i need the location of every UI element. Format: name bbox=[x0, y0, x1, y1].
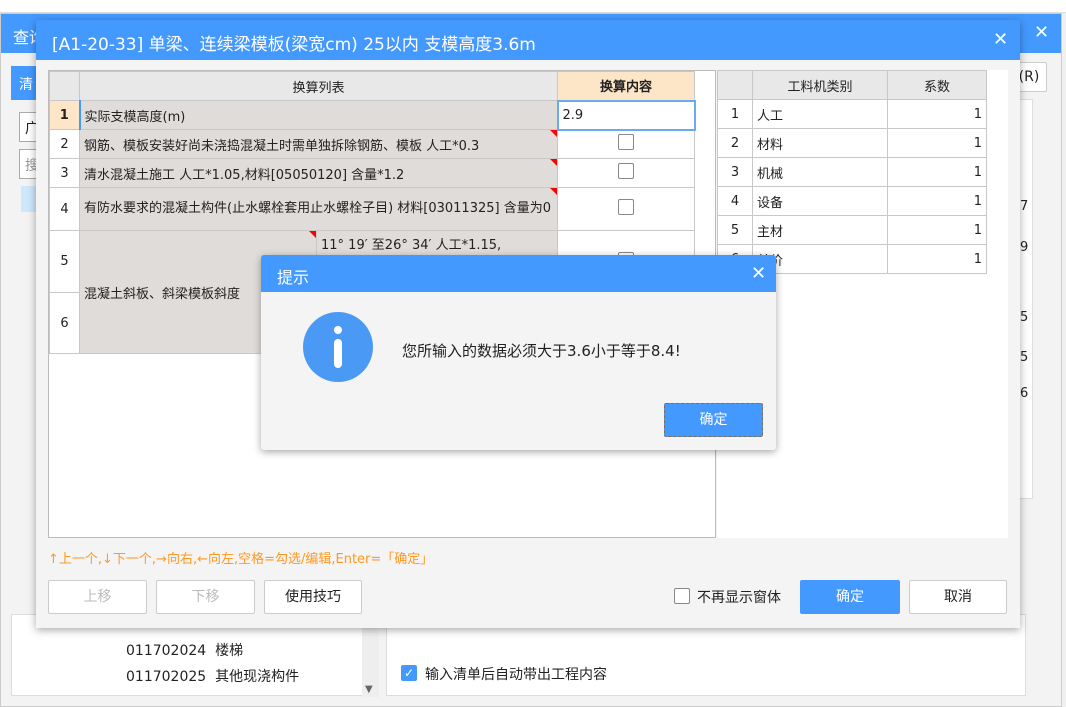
height-input[interactable]: 2.9 bbox=[556, 99, 696, 131]
move-up-button[interactable]: 上移 bbox=[48, 580, 147, 614]
cancel-button[interactable]: 取消 bbox=[909, 580, 1007, 614]
dialog-titlebar: [A1-20-33] 单梁、连续梁模板(梁宽cm) 25以内 支模高度3.6m bbox=[36, 20, 1020, 60]
table-row[interactable]: 2 材料 1 bbox=[717, 128, 987, 158]
table-row[interactable]: 1 实际支模高度(m) 2.9 bbox=[49, 99, 696, 131]
info-icon bbox=[303, 312, 373, 382]
column-header-category: 工料机类别 bbox=[752, 70, 888, 100]
prompt-message: 您所输入的数据必须大于3.6小于等于8.4! bbox=[402, 342, 681, 360]
table-row[interactable]: 3 清水混凝土施工 人工*1.05,材料[05050120] 含量*1.2 bbox=[49, 158, 696, 188]
column-header-list: 换算列表 bbox=[78, 71, 559, 101]
auto-fill-label: 输入清单后自动带出工程内容 bbox=[425, 667, 607, 683]
checkbox[interactable] bbox=[618, 134, 635, 151]
prompt-title: 提示 bbox=[277, 268, 310, 287]
auto-fill-checkbox[interactable]: ✓ bbox=[401, 665, 417, 681]
prompt-dialog: 提示 ✕ 您所输入的数据必须大于3.6小于等于8.4! 确定 bbox=[261, 255, 776, 450]
move-down-button[interactable]: 下移 bbox=[156, 580, 255, 614]
table-row[interactable]: 1 人工 1 bbox=[717, 99, 987, 129]
no-show-label: 不再显示窗体 bbox=[697, 590, 781, 606]
table-row[interactable]: 4 有防水要求的混凝土构件(止水螺栓套用止水螺栓子目) 材料[03011325] … bbox=[49, 187, 696, 231]
ok-button[interactable]: 确定 bbox=[800, 580, 900, 614]
close-icon[interactable]: ✕ bbox=[1034, 22, 1049, 43]
table-row[interactable]: 4 设备 1 bbox=[717, 186, 987, 216]
keyboard-hint: ↑上一个,↓下一个,→向右,←向左,空格=勾选/编辑,Enter=「确定」 bbox=[48, 552, 434, 567]
no-show-checkbox[interactable] bbox=[674, 588, 690, 604]
scroll-down-icon: ▼ bbox=[365, 684, 373, 695]
list-item[interactable]: 011702024 楼梯 bbox=[126, 640, 243, 660]
tips-button[interactable]: 使用技巧 bbox=[264, 580, 362, 614]
close-icon[interactable]: ✕ bbox=[751, 263, 766, 284]
background-table-strip bbox=[0, 0, 1066, 13]
list-item[interactable]: 011702025 其他现浇构件 bbox=[126, 666, 299, 686]
dialog-title: [A1-20-33] 单梁、连续梁模板(梁宽cm) 25以内 支模高度3.6m bbox=[52, 35, 536, 55]
table-row[interactable]: 5 主材 1 bbox=[717, 215, 987, 245]
table-row[interactable]: 3 机械 1 bbox=[717, 157, 987, 187]
column-header-content: 换算内容 bbox=[557, 71, 696, 101]
prompt-ok-button[interactable]: 确定 bbox=[664, 403, 763, 437]
table-row[interactable]: 2 钢筋、模板安装好尚未浇捣混凝土时需单独拆除钢筋、模板 人工*0.3 bbox=[49, 129, 696, 159]
prompt-titlebar: 提示 bbox=[261, 255, 776, 292]
column-header-coefficient: 系数 bbox=[887, 70, 987, 100]
checkbox[interactable] bbox=[618, 199, 635, 215]
close-icon[interactable]: ✕ bbox=[993, 29, 1008, 50]
checkbox[interactable] bbox=[618, 163, 635, 179]
